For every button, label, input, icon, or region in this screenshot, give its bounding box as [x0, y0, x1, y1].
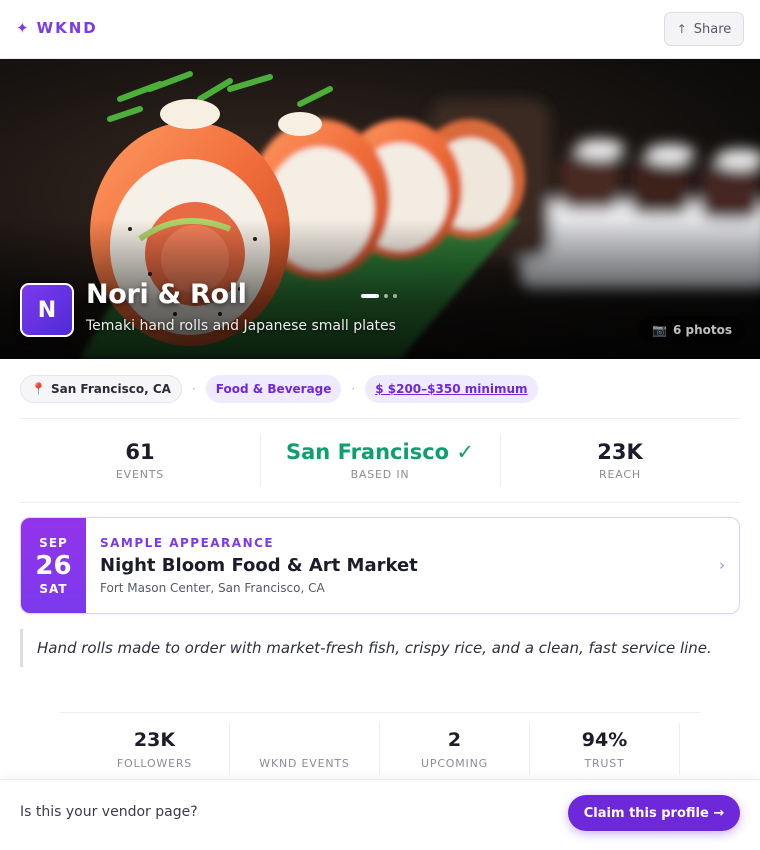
tag-separator: ·	[351, 382, 356, 396]
stat-value: 61	[125, 440, 155, 464]
event-location: Fort Mason Center, San Francisco, CA	[100, 581, 325, 595]
carousel-dot-3[interactable]	[393, 294, 397, 298]
metric-upcoming: 2 UPCOMING	[380, 723, 530, 775]
event-title: Night Bloom Food & Art Market	[100, 555, 418, 576]
metric-wknd-events: WKND EVENTS	[230, 723, 380, 775]
carousel-dots[interactable]	[361, 294, 397, 298]
claim-profile-button[interactable]: Claim this profile →	[568, 795, 740, 831]
location-tag: 📍 San Francisco, CA	[20, 375, 182, 403]
stats-overview: 61 EVENTS San Francisco ✓ BASED IN 23K R…	[20, 418, 740, 503]
vendor-avatar: N	[20, 283, 74, 337]
event-day: 26	[35, 550, 72, 581]
camera-icon: 📷	[652, 323, 667, 337]
metric-label: FOLLOWERS	[116, 756, 193, 770]
event-date-badge: SEP 26 SAT	[21, 518, 86, 613]
category-tag[interactable]: Food & Beverage	[205, 375, 342, 403]
carousel-dot-2[interactable]	[384, 294, 388, 298]
vendor-description-quote: Hand rolls made to order with market-fre…	[20, 629, 740, 667]
stat-value: 23K	[597, 440, 643, 464]
stat-events: 61 EVENTS	[20, 419, 260, 502]
vendor-tagline: Temaki hand rolls and Japanese small pla…	[86, 318, 396, 334]
price-tag[interactable]: $ $200–$350 minimum	[365, 375, 538, 403]
metric-label: WKND EVENTS	[259, 756, 350, 770]
metric-value: 94%	[581, 728, 628, 751]
claim-prompt: Is this your vendor page?	[20, 804, 198, 820]
photos-count-button[interactable]: 📷 6 photos	[638, 316, 746, 344]
sparkle-icon: ✦	[16, 19, 29, 37]
brand-logo[interactable]: ✦ WKND	[16, 19, 98, 37]
carousel-dot-1[interactable]	[361, 294, 379, 298]
metric-followers: 23K FOLLOWERS	[80, 723, 230, 775]
metric-trust: 94% TRUST	[530, 723, 680, 775]
vendor-name: Nori & Roll	[86, 279, 247, 310]
event-details: SAMPLE APPEARANCE Night Bloom Food & Art…	[86, 518, 739, 613]
stat-based-in: San Francisco ✓ BASED IN	[260, 419, 500, 502]
tag-separator: ·	[191, 382, 196, 396]
photos-count-label: 6 photos	[672, 323, 732, 337]
metric-value: 23K	[133, 728, 176, 751]
event-month: SEP	[39, 535, 68, 550]
brand-name: WKND	[36, 19, 98, 37]
stat-label: BASED IN	[350, 468, 410, 481]
stat-label: EVENTS	[115, 468, 165, 481]
stat-label: REACH	[599, 468, 641, 481]
hero-image[interactable]: N Nori & Roll Temaki hand rolls and Japa…	[0, 59, 760, 359]
location-label: San Francisco, CA	[50, 382, 171, 396]
metric-label: UPCOMING	[421, 756, 488, 770]
top-bar: ✦ WKND ↑ Share	[0, 0, 760, 59]
stat-reach: 23K REACH	[500, 419, 740, 502]
stat-value: San Francisco ✓	[286, 440, 474, 464]
metric-label: TRUST	[584, 756, 625, 770]
share-button[interactable]: ↑ Share	[664, 12, 744, 46]
event-weekday: SAT	[39, 581, 68, 596]
chevron-right-icon: ›	[719, 556, 725, 574]
event-kicker: SAMPLE APPEARANCE	[100, 536, 275, 550]
vendor-tags: 📍 San Francisco, CA · Food & Beverage · …	[20, 375, 538, 403]
sample-appearance-card[interactable]: SEP 26 SAT SAMPLE APPEARANCE Night Bloom…	[20, 517, 740, 614]
share-label: Share	[693, 21, 732, 37]
claim-bar: Is this your vendor page? Claim this pro…	[0, 779, 760, 850]
share-arrow-icon: ↑	[676, 22, 687, 36]
pin-icon: 📍	[31, 382, 46, 396]
metric-value: 2	[447, 728, 462, 751]
vendor-metrics: 23K FOLLOWERS WKND EVENTS 2 UPCOMING 94%…	[60, 712, 700, 775]
